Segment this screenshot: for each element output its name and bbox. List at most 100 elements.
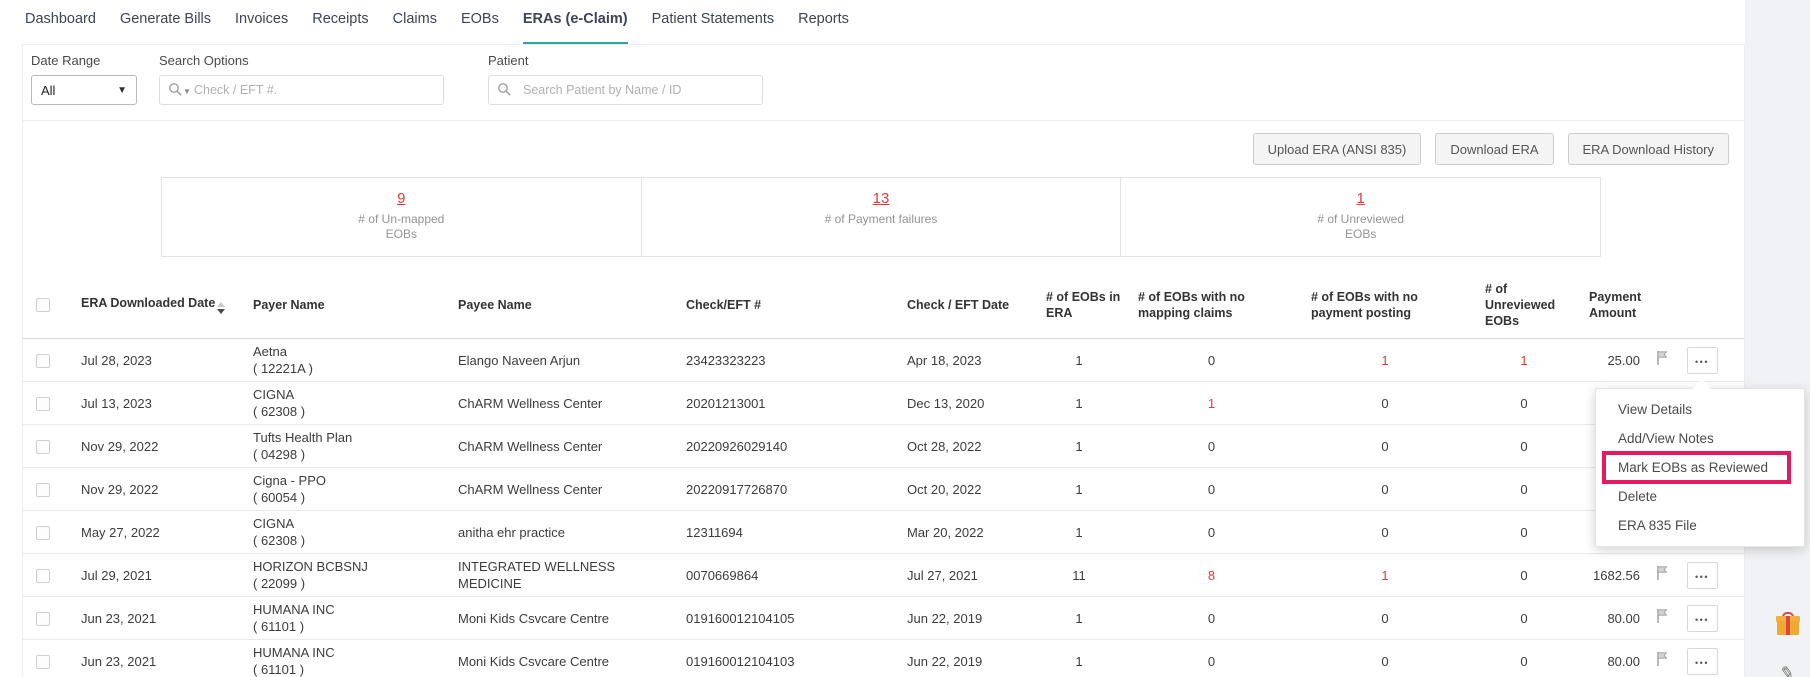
- menu-item-delete[interactable]: Delete: [1596, 482, 1804, 511]
- payer-name: CIGNA ( 62308 ): [240, 386, 445, 420]
- payee-name: Moni Kids Csvcare Centre: [458, 610, 609, 626]
- search-type-caret-icon[interactable]: ▼: [183, 87, 191, 96]
- payment-amount: 25.00: [1607, 352, 1640, 368]
- payer-name-text: Cigna - PPO: [253, 473, 326, 488]
- tab-invoices[interactable]: Invoices: [235, 11, 288, 44]
- column-label: Check/EFT #: [686, 297, 762, 312]
- eobs-in-era-value: 1: [1075, 395, 1083, 411]
- row-checkbox[interactable]: [36, 483, 50, 498]
- check-eft-date: Jun 22, 2019: [907, 653, 983, 669]
- row-checkbox[interactable]: [36, 397, 50, 412]
- check-eft-date: Mar 20, 2022: [907, 524, 984, 540]
- table-row: Jul 13, 2023 CIGNA ( 62308 ) ChARM Wellness…: [23, 382, 1744, 425]
- sort-control[interactable]: [217, 302, 226, 314]
- tab-receipts[interactable]: Receipts: [312, 11, 368, 44]
- tab-eras-e-claim[interactable]: ERAs (e-Claim): [522, 11, 628, 44]
- menu-item-era-835-file[interactable]: ERA 835 File: [1596, 511, 1804, 540]
- check-eft-number: 019160012104103: [686, 653, 795, 669]
- menu-item-view-details[interactable]: View Details: [1596, 395, 1804, 424]
- no-posting-value: 0: [1381, 481, 1389, 497]
- payer-code: ( 62308 ): [253, 533, 306, 548]
- payment-amount: 1682.56: [1593, 567, 1640, 583]
- payer-code: ( 22099 ): [253, 576, 306, 591]
- stat-of-unreviewed-eobs: 1 # of Unreviewed EOBs: [1121, 178, 1600, 256]
- tab-claims[interactable]: Claims: [393, 11, 437, 44]
- column-header-date: ERA Downloaded Date: [68, 295, 240, 314]
- stat-count-link[interactable]: 13: [873, 190, 890, 207]
- column-header-check_no: Check/EFT #: [673, 297, 894, 313]
- no-mapping-value: 0: [1207, 481, 1216, 497]
- menu-item-mark-eobs-as-reviewed[interactable]: Mark EOBs as Reviewed: [1596, 451, 1804, 484]
- check-eft-number: 23423323223: [686, 352, 766, 368]
- stat-count-link[interactable]: 9: [397, 190, 405, 207]
- eobs-in-era-value: 1: [1075, 524, 1083, 540]
- gift-icon[interactable]: [1776, 612, 1800, 636]
- check-eft-date: Jun 22, 2019: [907, 610, 983, 626]
- no-posting-value: 0: [1381, 438, 1389, 454]
- row-actions-button[interactable]: •••: [1686, 346, 1718, 374]
- row-actions-button[interactable]: •••: [1686, 604, 1718, 632]
- unreviewed-value: 0: [1520, 567, 1528, 583]
- unreviewed-value: 0: [1520, 438, 1528, 454]
- unreviewed-value: 0: [1520, 524, 1528, 540]
- column-header-amount: Payment Amount: [1576, 289, 1646, 321]
- right-side-panel: [1745, 0, 1810, 677]
- column-header-no_mapping: # of EOBs with no mapping claims: [1125, 289, 1298, 321]
- payer-name: HORIZON BCBSNJ ( 22099 ): [240, 558, 445, 592]
- search-icon: [498, 83, 511, 96]
- date-range-label: Date Range: [31, 53, 101, 68]
- flag-icon[interactable]: [1656, 608, 1669, 624]
- download-era-button[interactable]: Download ERA: [1435, 133, 1554, 165]
- date-range-select[interactable]: All ▼: [31, 75, 137, 105]
- column-header-no_posting: # of EOBs with no payment posting: [1298, 289, 1472, 321]
- row-checkbox[interactable]: [36, 569, 50, 584]
- stat-label: # of Un-mapped EOBs: [358, 212, 445, 241]
- era-download-history-button[interactable]: ERA Download History: [1567, 133, 1729, 165]
- payee-name: INTEGRATED WELLNESS MEDICINE: [458, 559, 616, 591]
- tab-reports[interactable]: Reports: [798, 11, 849, 44]
- payee-name: Elango Naveen Arjun: [458, 352, 581, 368]
- row-checkbox[interactable]: [36, 440, 50, 455]
- chevron-down-icon: ▼: [117, 84, 127, 96]
- stat-count-link[interactable]: 1: [1357, 190, 1365, 207]
- search-icon: [169, 83, 182, 96]
- tab-eobs[interactable]: EOBs: [461, 11, 499, 44]
- select-all-checkbox[interactable]: [36, 298, 50, 313]
- unreviewed-value: 0: [1520, 481, 1528, 497]
- flag-icon[interactable]: [1656, 651, 1669, 667]
- tab-patient-statements[interactable]: Patient Statements: [652, 11, 775, 44]
- era-downloaded-date: Jul 13, 2023: [81, 395, 152, 411]
- unreviewed-value: 0: [1520, 395, 1528, 411]
- check-eft-number: 20220917726870: [686, 481, 788, 497]
- row-checkbox[interactable]: [36, 612, 50, 627]
- tab-dashboard[interactable]: Dashboard: [25, 11, 96, 44]
- row-checkbox[interactable]: [36, 655, 50, 670]
- flag-cell: [1646, 350, 1678, 370]
- row-select-cell: [23, 653, 68, 670]
- flag-icon[interactable]: [1656, 350, 1669, 366]
- actions-bar: Upload ERA (ANSI 835) Download ERA ERA D…: [23, 121, 1744, 177]
- patient-search-input[interactable]: [488, 75, 763, 105]
- row-actions-button[interactable]: •••: [1686, 647, 1718, 675]
- payment-amount: 80.00: [1607, 610, 1640, 626]
- check-eft-search-input[interactable]: [159, 75, 444, 105]
- patient-group: Patient: [488, 53, 763, 120]
- tab-generate-bills[interactable]: Generate Bills: [120, 11, 211, 44]
- payer-name: Aetna ( 12221A ): [240, 343, 445, 377]
- upload-era-button[interactable]: Upload ERA (ANSI 835): [1252, 133, 1422, 165]
- row-select-cell: [23, 481, 68, 498]
- row-select-cell: [23, 395, 68, 412]
- flag-icon[interactable]: [1656, 565, 1669, 581]
- row-checkbox[interactable]: [36, 526, 50, 541]
- row-actions-button[interactable]: •••: [1686, 561, 1718, 589]
- pencil-icon[interactable]: ✎: [1778, 663, 1796, 677]
- payer-name: HUMANA INC ( 61101 ): [240, 601, 445, 635]
- row-checkbox[interactable]: [36, 354, 50, 369]
- column-header-eobs_in_era: # of EOBs in ERA: [1033, 289, 1125, 321]
- flag-cell: [1646, 651, 1678, 671]
- table-row: Jun 23, 2021 HUMANA INC ( 61101 ) Moni Kids…: [23, 597, 1744, 640]
- check-eft-date: Apr 18, 2023: [907, 352, 982, 368]
- menu-item-add-view-notes[interactable]: Add/View Notes: [1596, 424, 1804, 453]
- more-options-icon: •••: [1695, 571, 1709, 582]
- table-row: Nov 29, 2022 Cigna - PPO ( 60054 ) ChARM We…: [23, 468, 1744, 511]
